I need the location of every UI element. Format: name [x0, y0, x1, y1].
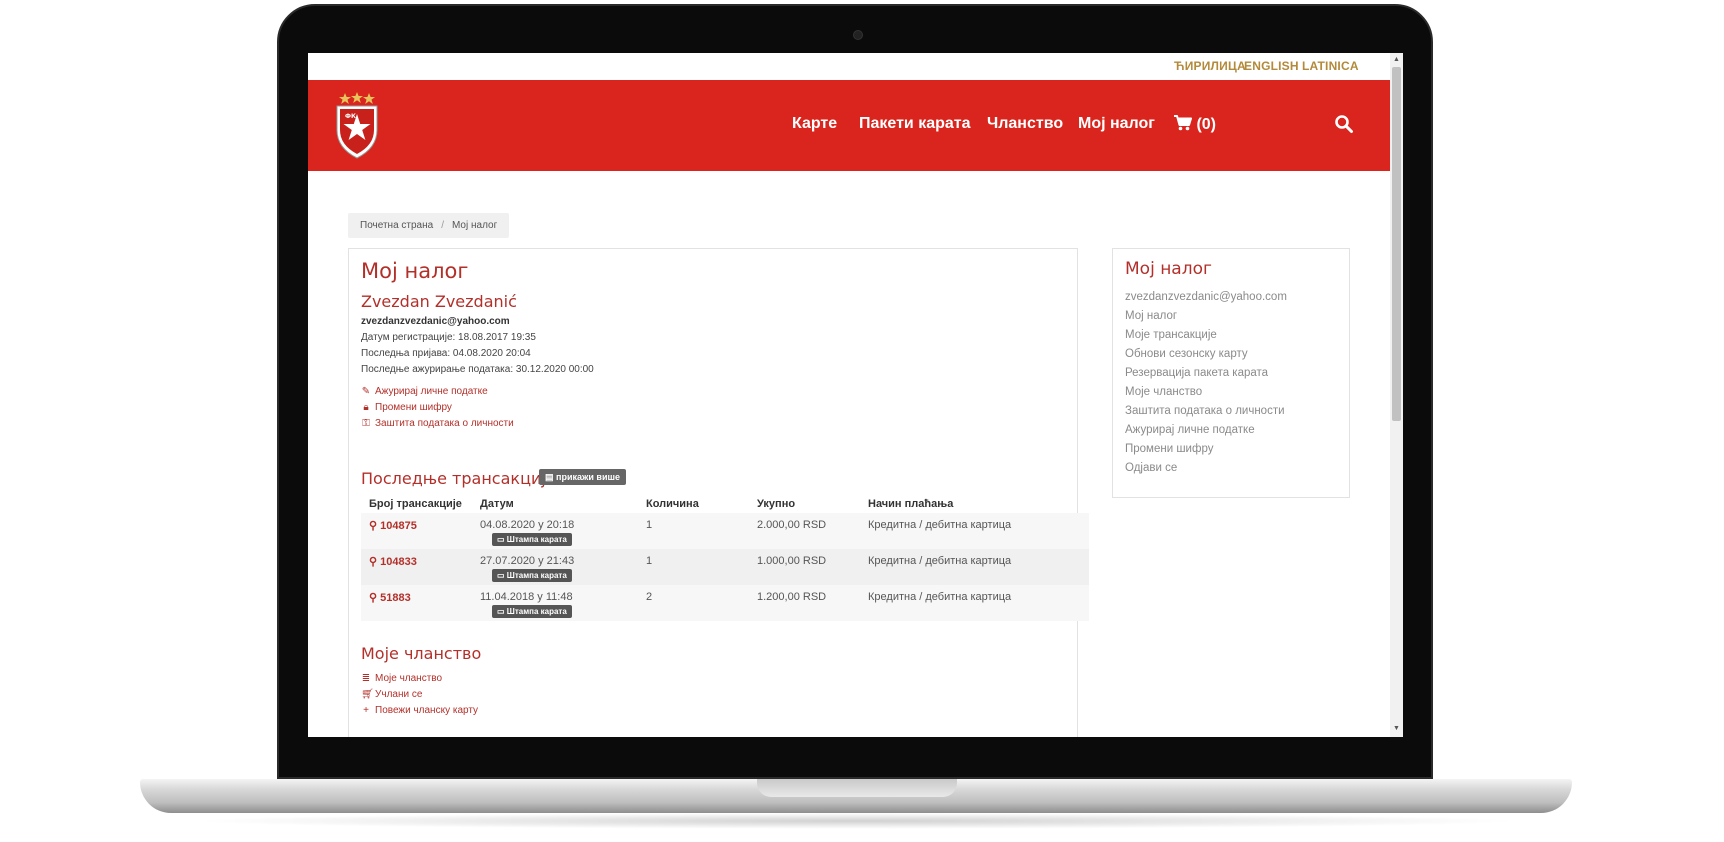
sidebar-email: zvezdanzvezdanic@yahoo.com	[1125, 291, 1287, 303]
ticket-icon: ▭	[497, 607, 507, 616]
transaction-total: 2.000,00 RSD	[757, 519, 827, 531]
sidebar-item-my-account[interactable]: Мој налог	[1125, 310, 1177, 322]
search-icon: ⚲	[369, 592, 381, 604]
table-row: ⚲ 104875 04.08.2020 у 20:18 ▭ Штампа кар…	[361, 513, 1089, 549]
webcam	[853, 30, 863, 40]
club-logo[interactable]: ФК	[334, 92, 380, 160]
sidebar-item-package-reservation[interactable]: Резервација пакета карата	[1125, 367, 1268, 379]
nav-cart[interactable]: (0)	[1174, 115, 1216, 134]
laptop-notch	[757, 779, 957, 797]
transactions-title: Последње трансакције	[361, 469, 556, 488]
registration-date: Датум регистрације: 18.08.2017 19:35	[361, 332, 536, 343]
laptop-shadow	[190, 813, 1522, 829]
plus-icon: +	[363, 705, 369, 716]
list-icon: ≣	[361, 673, 371, 684]
show-more-button[interactable]: ▤ прикажи више	[539, 469, 626, 485]
cart-icon	[1174, 115, 1192, 131]
list-icon: ▤	[545, 472, 557, 482]
transaction-total: 1.200,00 RSD	[757, 591, 827, 603]
site-header: ФК Карте Пакети карата Чланство Мој нало…	[308, 80, 1390, 171]
col-payment-method: Начин плаћања	[868, 498, 954, 510]
ticket-icon: ▭	[497, 571, 507, 580]
language-bar: ЋИРИЛИЦА ENGLISH LATINICA	[308, 53, 1403, 79]
lang-english[interactable]: ENGLISH	[1244, 59, 1299, 73]
print-tickets-button[interactable]: ▭ Штампа карата	[492, 605, 572, 618]
breadcrumb: Почетна страна / Мој налог	[348, 213, 510, 238]
join-link[interactable]: 🛒︎Учлани се	[361, 689, 422, 700]
my-membership-link[interactable]: ≣ Моје чланство	[361, 673, 442, 684]
account-sidebar: Мој налог zvezdanzvezdanic@yahoo.com Мој…	[1112, 248, 1350, 498]
sidebar-item-data-protection[interactable]: Заштита података о личности	[1125, 405, 1285, 417]
transaction-date: 27.07.2020 у 21:43	[480, 555, 575, 567]
membership-title: Моје чланство	[361, 644, 482, 663]
breadcrumb-separator: /	[441, 220, 444, 231]
table-row: ⚲ 51883 11.04.2018 у 11:48 ▭ Штампа кара…	[361, 585, 1089, 621]
last-login: Последња пријава: 04.08.2020 20:04	[361, 348, 531, 359]
transaction-payment: Кредитна / дебитна картица	[868, 591, 1012, 603]
transaction-link[interactable]: ⚲ 51883	[369, 591, 411, 604]
transaction-total: 1.000,00 RSD	[757, 555, 827, 567]
vertical-scrollbar[interactable]: ▲ ▼	[1390, 53, 1403, 737]
scroll-down-arrow[interactable]: ▼	[1393, 725, 1400, 732]
sidebar-item-logout[interactable]: Одјави се	[1125, 462, 1177, 474]
cart-icon: 🛒︎	[361, 689, 374, 700]
transaction-link[interactable]: ⚲ 104833	[369, 555, 417, 568]
sidebar-item-membership[interactable]: Моје чланство	[1125, 386, 1202, 398]
col-quantity: Количина	[646, 498, 699, 510]
breadcrumb-home[interactable]: Почетна страна	[360, 220, 433, 231]
sidebar-title: Мој налог	[1125, 259, 1212, 279]
page-title: Мој налог	[361, 259, 469, 283]
table-row: ⚲ 104833 27.07.2020 у 21:43 ▭ Штампа кар…	[361, 549, 1089, 585]
nav-ticket-packages[interactable]: Пакети карата	[859, 115, 971, 133]
scroll-up-arrow[interactable]: ▲	[1393, 56, 1400, 63]
lang-cyrillic[interactable]: ЋИРИЛИЦА	[1174, 59, 1246, 73]
nav-my-account[interactable]: Мој налог	[1078, 115, 1155, 133]
nav-membership[interactable]: Чланство	[987, 115, 1063, 133]
print-tickets-button[interactable]: ▭ Штампа карата	[492, 569, 572, 582]
data-protection-link[interactable]: ⚿ Заштита података о личности	[361, 418, 514, 429]
user-email: zvezdanzvezdanic@yahoo.com	[361, 316, 510, 327]
search-icon: ⚲	[369, 556, 381, 568]
update-personal-data-link[interactable]: ✎ Ажурирај личне податке	[361, 386, 488, 397]
search-icon[interactable]	[1334, 114, 1354, 134]
transaction-quantity: 1	[646, 555, 653, 567]
edit-icon: ✎	[361, 386, 371, 397]
col-total: Укупно	[757, 498, 796, 510]
transaction-payment: Кредитна / дебитна картица	[868, 519, 1012, 531]
col-date: Датум	[480, 498, 514, 510]
lock-icon: 🔒︎	[363, 402, 369, 413]
transaction-link[interactable]: ⚲ 104875	[369, 519, 417, 532]
link-member-card-link[interactable]: + Повежи чланску карту	[361, 705, 478, 716]
transaction-quantity: 1	[646, 519, 653, 531]
sidebar-item-transactions[interactable]: Моје трансакције	[1125, 329, 1217, 341]
sidebar-item-update-data[interactable]: Ажурирај личне податке	[1125, 424, 1255, 436]
user-name: Zvezdan Zvezdanić	[361, 292, 517, 311]
search-icon: ⚲	[369, 520, 381, 532]
lang-latin[interactable]: LATINICA	[1302, 59, 1359, 73]
breadcrumb-current: Мој налог	[451, 220, 498, 231]
transaction-date: 11.04.2018 у 11:48	[480, 591, 573, 603]
nav-tickets[interactable]: Карте	[792, 115, 837, 133]
key-icon: ⚿	[362, 418, 370, 429]
print-tickets-button[interactable]: ▭ Штампа карата	[492, 533, 572, 546]
account-panel: Мој налог Zvezdan Zvezdanić zvezdanzvezd…	[348, 248, 1089, 737]
col-transaction-number: Број трансакције	[369, 498, 462, 510]
transaction-quantity: 2	[646, 591, 653, 603]
transaction-date: 04.08.2020 у 20:18	[480, 519, 575, 531]
last-update: Последње ажурирање података: 30.12.2020 …	[361, 364, 594, 375]
svg-text:ФК: ФК	[345, 113, 356, 120]
scrollbar-thumb[interactable]	[1392, 67, 1401, 421]
transaction-payment: Кредитна / дебитна картица	[868, 555, 1012, 567]
sidebar-item-change-password[interactable]: Промени шифру	[1125, 443, 1213, 455]
cart-count: (0)	[1196, 116, 1217, 133]
sidebar-item-renew-season-ticket[interactable]: Обнови сезонску карту	[1125, 348, 1248, 360]
browser-screen: ЋИРИЛИЦА ENGLISH LATINICA ФК Карте Пакет…	[308, 53, 1403, 737]
ticket-icon: ▭	[497, 535, 507, 544]
change-password-link[interactable]: 🔒︎ Промени шифру	[361, 402, 452, 413]
